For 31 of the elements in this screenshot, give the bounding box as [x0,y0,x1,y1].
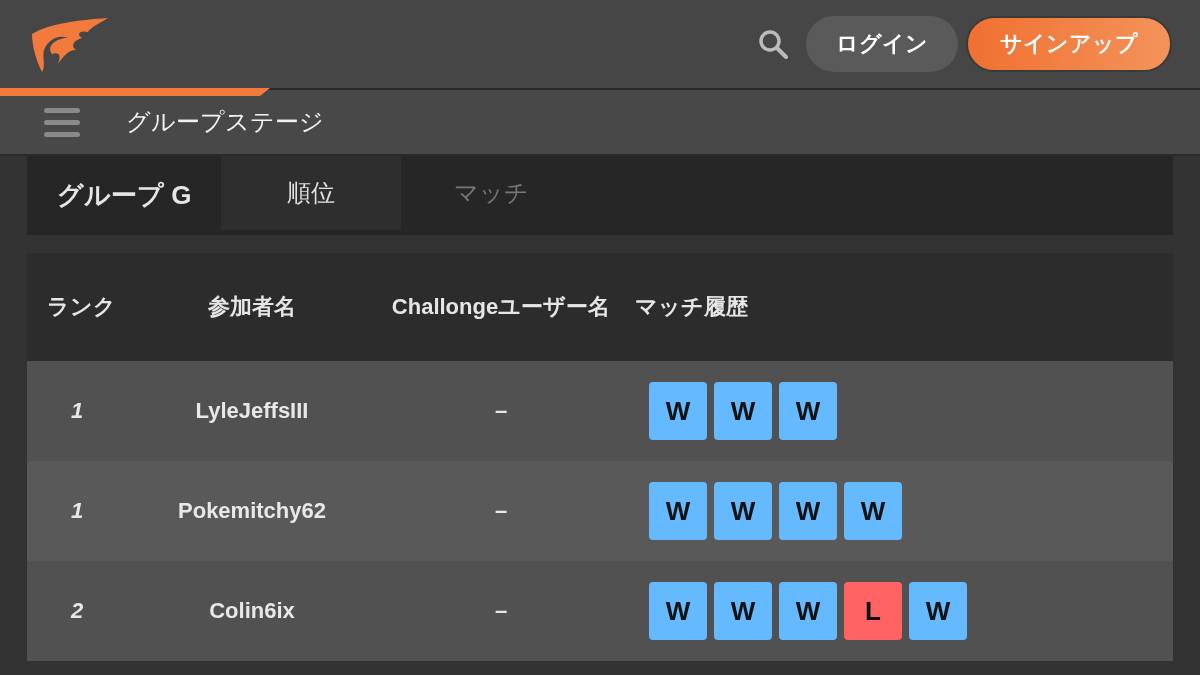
username-cell-text: – [493,498,509,524]
match-result: W [714,482,772,540]
group-title: グループ G [56,179,193,212]
rank-cell-text: 2 [69,598,85,624]
participant-name: Colin6ix [208,598,296,624]
match-result: W [649,382,707,440]
match-result: W [779,482,837,540]
page-title: グループステージ [126,107,324,137]
search-icon[interactable] [758,29,788,59]
username-cell-text: – [493,398,509,424]
rank-cell-text: 1 [69,398,85,424]
match-result: W [779,382,837,440]
match-result: W [649,482,707,540]
match-result: W [649,582,707,640]
tab[interactable]: 順位 [221,156,402,230]
match-result: W [844,482,902,540]
match-result: W [714,382,772,440]
menu-icon[interactable] [44,107,80,137]
column-header: ランク [46,293,117,321]
rank-cell-text: 1 [69,498,85,524]
match-result: W [714,582,772,640]
match-result: W [779,582,837,640]
participant-name: Pokemitchy62 [177,498,327,524]
login-button[interactable]: ログイン [806,16,958,72]
username-cell-text: – [493,598,509,624]
match-result: L [844,582,902,640]
participant-name: LyleJeffsIII [194,398,310,424]
column-header: 参加者名 [207,293,297,321]
column-header: Challongeユーザー名 [390,293,612,321]
column-header: マッチ履歴 [634,293,749,321]
match-result: W [909,582,967,640]
